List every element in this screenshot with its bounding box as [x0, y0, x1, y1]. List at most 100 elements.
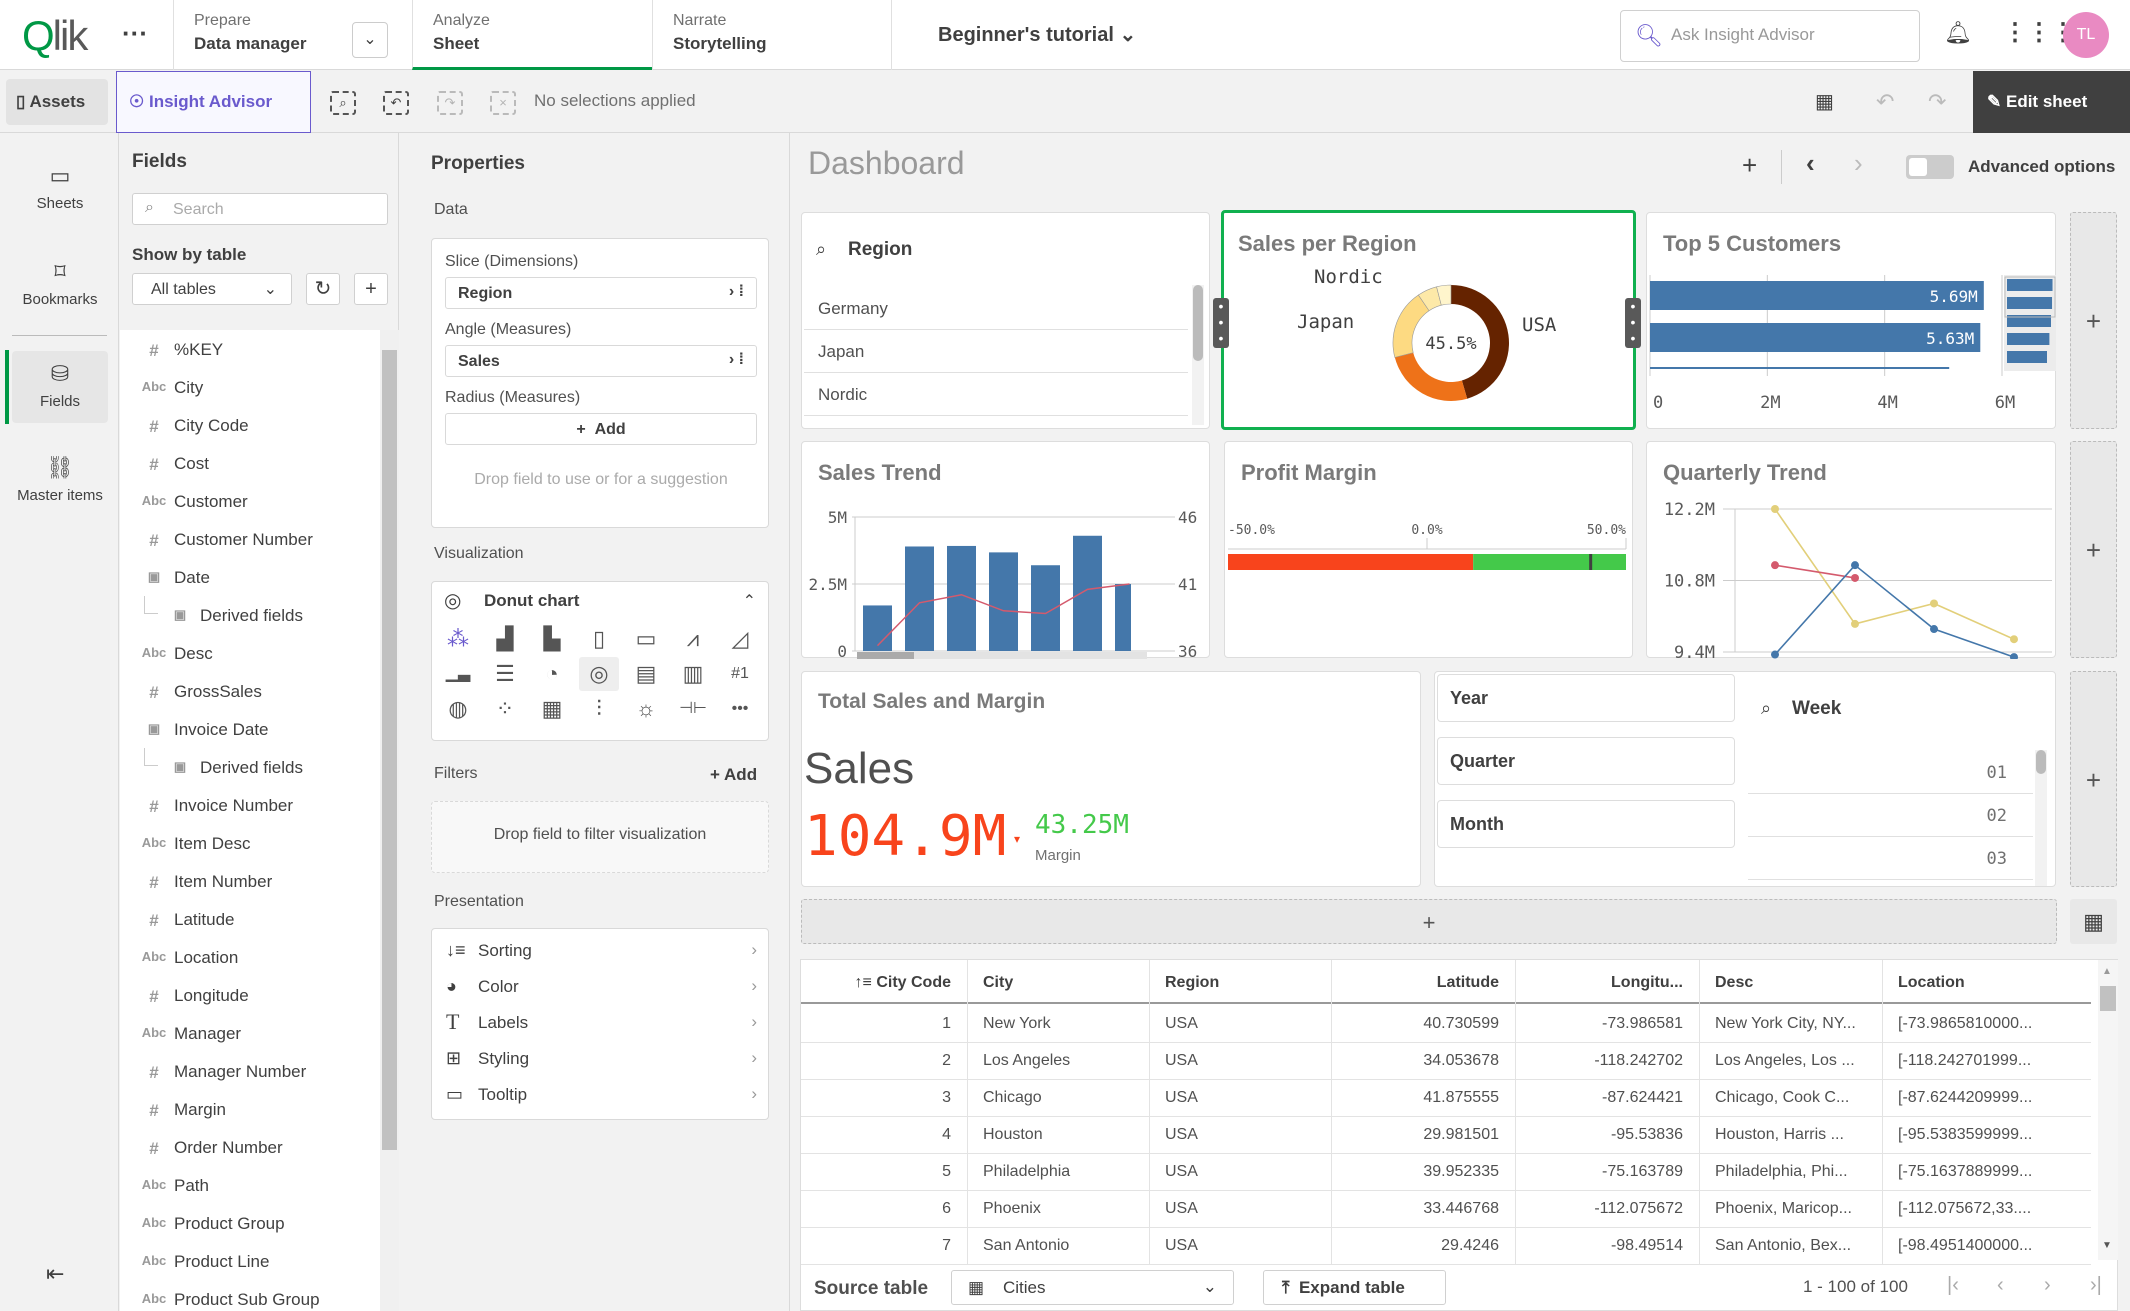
expand-table-button[interactable]: ⤒ Expand table	[1263, 1270, 1446, 1305]
region-item-japan[interactable]: Japan	[804, 330, 1188, 373]
donut-chart-icon[interactable]: ◎	[579, 657, 619, 691]
year-filter[interactable]: Year	[1437, 674, 1735, 722]
rail-item-fields[interactable]: ⛁ Fields	[12, 351, 108, 423]
region-filter-pane[interactable]: ⌕ Region Germany Japan Nordic	[801, 212, 1210, 429]
field-item[interactable]: Abc Product Group	[120, 1204, 380, 1242]
presentation-labels[interactable]: T Labels ›	[444, 1005, 759, 1041]
table-row[interactable]: 5 Philadelphia USA 39.952335 -75.163789 Phila…	[801, 1154, 2091, 1191]
field-item[interactable]: Abc City	[120, 368, 380, 406]
table-row[interactable]: 7 San Antonio USA 29.4246 -98.49514 San Anton…	[801, 1228, 2091, 1265]
smart-search-icon[interactable]: ⌕	[330, 91, 356, 115]
profit-margin-card[interactable]: Profit Margin -50.0% 0.0% 50.0%	[1224, 441, 1633, 658]
scrollbar-thumb[interactable]	[2036, 750, 2046, 774]
week-item[interactable]: 03	[1748, 837, 2033, 880]
assets-button[interactable]: ▯ Assets	[6, 79, 108, 125]
scroll-up-icon[interactable]: ▲	[2102, 966, 2112, 977]
refresh-button[interactable]: ↻	[306, 273, 340, 305]
bar-chart-icon[interactable]: ▟	[485, 622, 525, 656]
insight-advisor-button[interactable]: ☉ Insight Advisor	[116, 71, 311, 133]
column-header[interactable]: Desc	[1715, 974, 1866, 992]
field-item[interactable]: # Cost	[120, 444, 380, 482]
field-item[interactable]: # %KEY	[120, 330, 380, 368]
rail-item-bookmarks[interactable]: ⌑ Bookmarks	[12, 249, 108, 321]
kpi-icon[interactable]: #1	[720, 657, 760, 691]
field-item[interactable]: # Manager Number	[120, 1052, 380, 1090]
map-icon[interactable]: ◍	[438, 692, 478, 726]
search-icon[interactable]: ⌕	[1761, 698, 1771, 719]
bell-icon[interactable]: 🔔︎	[1944, 20, 1972, 46]
presentation-color[interactable]: ◕ Color ›	[444, 969, 759, 1005]
stacked-bar-icon[interactable]: ▯	[579, 622, 619, 656]
field-item[interactable]: # Item Number	[120, 862, 380, 900]
kpi-card[interactable]: Total Sales and Margin Sales 104.9M ▾ 43…	[801, 671, 1421, 887]
field-item[interactable]: # Latitude	[120, 900, 380, 938]
add-row-placeholder[interactable]: +	[801, 899, 2057, 944]
tab-analyze[interactable]: Analyze Sheet	[412, 0, 652, 70]
table-row[interactable]: 1 New York USA 40.730599 -73.986581 New York …	[801, 1006, 2091, 1043]
column-header[interactable]: City	[983, 974, 1133, 992]
redo-icon[interactable]: ↷	[1928, 89, 1946, 115]
angle-field[interactable]: Sales › ⁞	[445, 345, 757, 377]
last-page-button[interactable]: ›|	[2090, 1274, 2102, 1297]
week-item[interactable]: 01	[1748, 751, 2033, 794]
pie-chart-icon[interactable]: ◔	[532, 657, 572, 691]
resize-handle-right[interactable]: • • •	[1625, 298, 1641, 348]
previous-page-button[interactable]: ‹	[1997, 1274, 2004, 1297]
clear-selections-icon[interactable]: ×	[490, 91, 516, 115]
presentation-sorting[interactable]: ↓≡ Sorting ›	[444, 933, 759, 969]
slice-field[interactable]: Region › ⁞	[445, 277, 757, 309]
week-scrollbar[interactable]	[2035, 750, 2047, 886]
field-item[interactable]: Abc Customer	[120, 482, 380, 520]
scroll-down-icon[interactable]: ▼	[2102, 1240, 2112, 1251]
table-scrollbar[interactable]: ▲ ▼	[2098, 960, 2118, 1260]
pivot-table-icon[interactable]: ▥	[673, 657, 713, 691]
add-object-placeholder[interactable]: +	[2070, 671, 2117, 887]
combo-chart-icon[interactable]: ▁▃	[438, 657, 478, 691]
presentation-styling[interactable]: ⊞ Styling ›	[444, 1041, 759, 1077]
field-item[interactable]: ▣ Derived fields	[120, 748, 380, 786]
table-icon[interactable]: ▤	[626, 657, 666, 691]
field-list-scrollbar[interactable]	[380, 330, 399, 1311]
table-row[interactable]: 3 Chicago USA 41.875555 -87.624421 Chicago, C…	[801, 1080, 2091, 1117]
avatar[interactable]: TL	[2063, 12, 2109, 58]
field-item[interactable]: ▣ Derived fields	[120, 596, 380, 634]
add-object-placeholder[interactable]: +	[2070, 212, 2117, 429]
field-item[interactable]: # Customer Number	[120, 520, 380, 558]
filter-drop-zone[interactable]: Drop field to filter visualization	[431, 801, 769, 873]
field-item[interactable]: # Longitude	[120, 976, 380, 1014]
region-item-germany[interactable]: Germany	[804, 287, 1188, 330]
waterfall-icon[interactable]: ⫶	[579, 692, 619, 726]
field-item[interactable]: Abc Manager	[120, 1014, 380, 1052]
next-page-button[interactable]: ›	[2044, 1274, 2051, 1297]
column-header[interactable]: Location	[1898, 974, 2054, 992]
table-row[interactable]: 4 Houston USA 29.981501 -95.53836 Houston, Ha…	[801, 1117, 2091, 1154]
edit-sheet-button[interactable]: ✎ Edit sheet	[1973, 71, 2130, 133]
quarterly-trend-card[interactable]: Quarterly Trend 12.2M 10.8M 9.4M	[1646, 441, 2056, 659]
scrollbar-thumb[interactable]	[382, 350, 397, 1150]
table-row[interactable]: 6 Phoenix USA 33.446768 -112.075672 Phoenix, …	[801, 1191, 2091, 1228]
step-back-icon[interactable]: ↶	[383, 91, 409, 115]
field-item[interactable]: ▣ Date	[120, 558, 380, 596]
column-header[interactable]: Longitu...	[1531, 974, 1683, 992]
insight-icon[interactable]: ☼	[626, 692, 666, 726]
resize-handle-left[interactable]: • • •	[1213, 298, 1229, 348]
field-item[interactable]: # City Code	[120, 406, 380, 444]
more-icon[interactable]: •••	[720, 692, 760, 726]
collapse-panel-icon[interactable]: ⇤	[46, 1261, 64, 1287]
scatter-plot-icon[interactable]: ⁘	[485, 692, 525, 726]
add-radius-button[interactable]: + Add	[445, 413, 757, 445]
table-select[interactable]: All tables ⌄	[132, 273, 292, 305]
rail-item-sheets[interactable]: ▭ Sheets	[12, 153, 108, 225]
field-item[interactable]: Abc Path	[120, 1166, 380, 1204]
first-page-button[interactable]: |‹	[1947, 1274, 1959, 1297]
table-icon[interactable]: ▦	[2070, 899, 2117, 944]
rail-item-master-items[interactable]: ⛓ Master items	[12, 445, 108, 517]
horizontal-bar-icon[interactable]: ▙	[532, 622, 572, 656]
area-chart-icon[interactable]: ◿	[720, 622, 760, 656]
ask-insight-advisor-input[interactable]: 🔍︎ Ask Insight Advisor	[1620, 10, 1920, 62]
field-item[interactable]: Abc Location	[120, 938, 380, 976]
region-item-nordic[interactable]: Nordic	[804, 373, 1188, 416]
field-item[interactable]: ▣ Invoice Date	[120, 710, 380, 748]
add-object-placeholder[interactable]: +	[2070, 441, 2117, 658]
month-filter[interactable]: Month	[1437, 800, 1735, 848]
